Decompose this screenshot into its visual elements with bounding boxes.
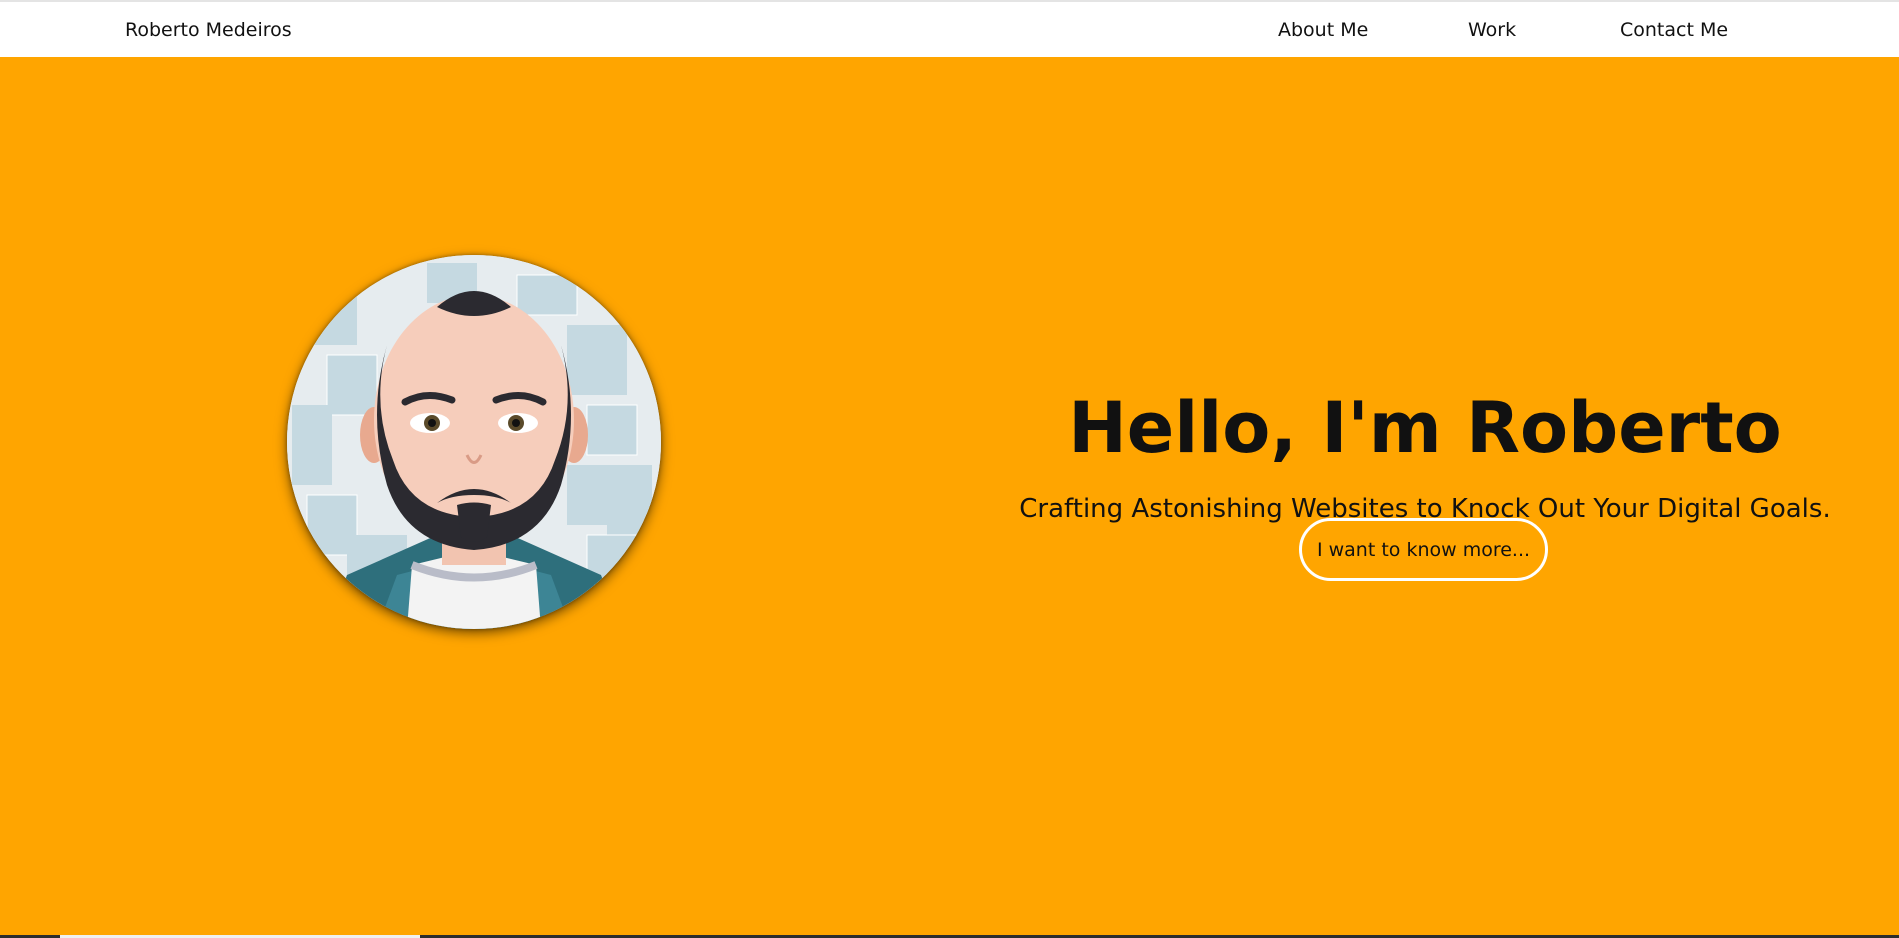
nav-link-contact-me[interactable]: Contact Me — [1620, 19, 1728, 41]
nav-link-work[interactable]: Work — [1468, 19, 1516, 41]
know-more-button[interactable]: I want to know more... — [1299, 518, 1548, 581]
avatar — [287, 255, 661, 629]
nav-link-about-me[interactable]: About Me — [1278, 19, 1368, 41]
brand-link[interactable]: Roberto Medeiros — [125, 19, 292, 41]
navbar: Roberto Medeiros About Me Work Contact M… — [0, 2, 1899, 57]
avatar-portrait-image — [287, 255, 661, 629]
page-title: Hello, I'm Roberto — [1068, 386, 1782, 469]
